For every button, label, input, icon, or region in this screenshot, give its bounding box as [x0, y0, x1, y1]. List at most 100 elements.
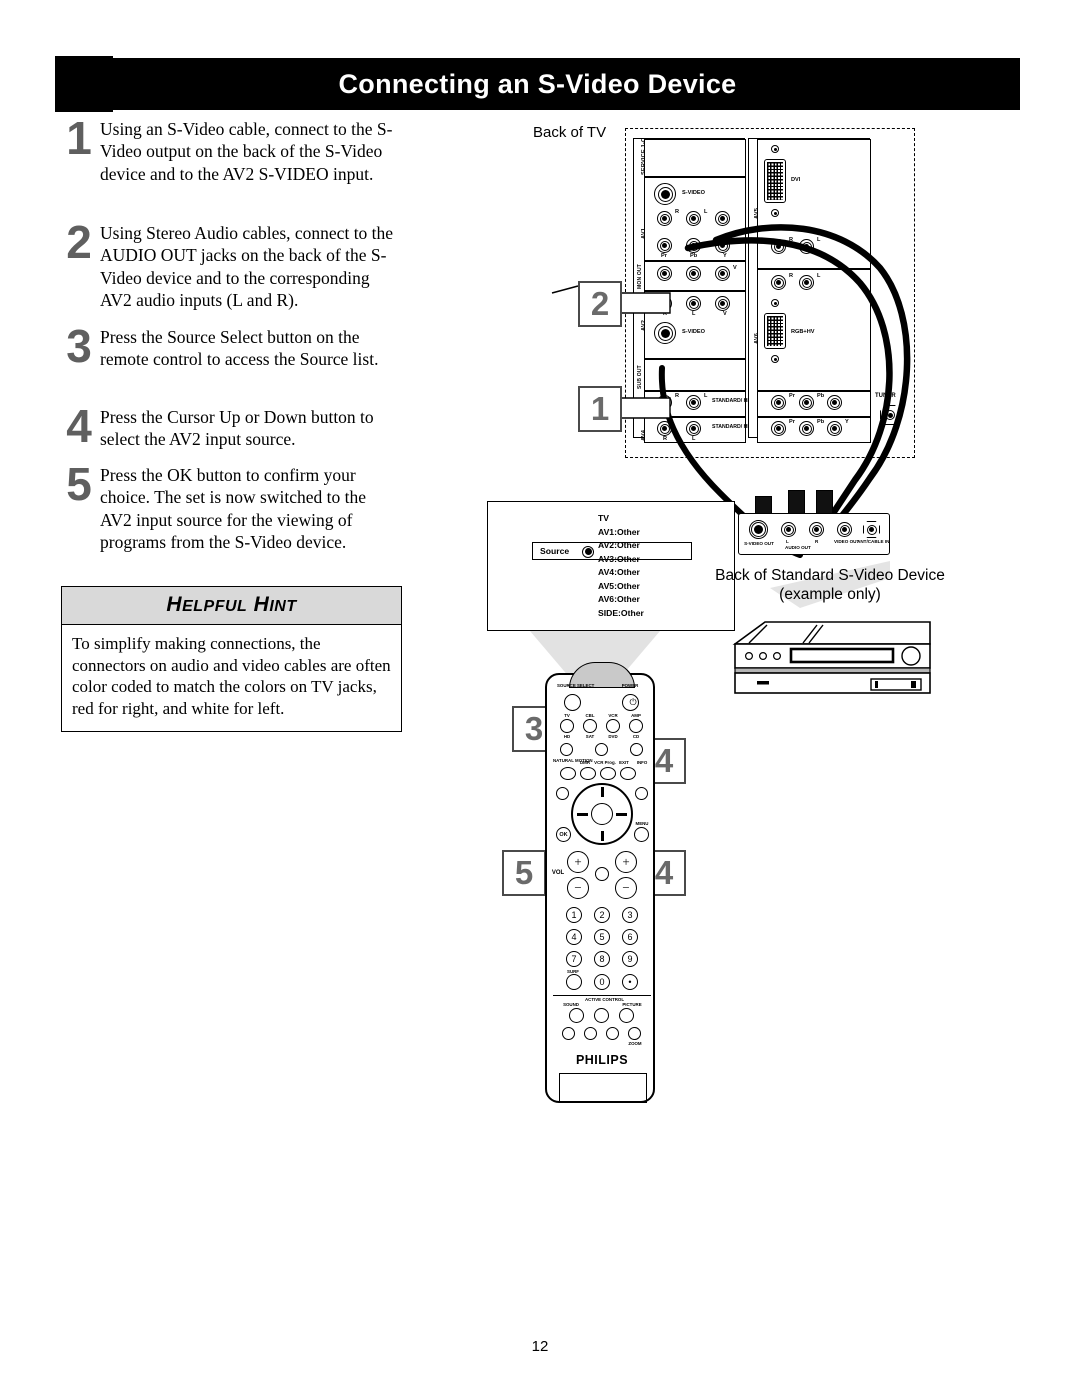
keypad-0[interactable]: 0 [594, 974, 610, 990]
step-number: 1 [66, 112, 92, 164]
av4-audio-r-jack [657, 421, 672, 436]
label-av3-pr: Pr [789, 393, 795, 399]
instruction-step-4: 4 Press the Cursor Up or Down button to … [58, 400, 395, 452]
channel-down-button[interactable]: − [615, 877, 637, 899]
label-dvd: DVD [608, 734, 618, 739]
channel-up-button[interactable]: + [615, 851, 637, 873]
label-exit: EXIT [619, 760, 629, 765]
source-item-tv[interactable]: TV [598, 512, 644, 526]
callout-badge-1: 1 [578, 386, 622, 432]
label-vol: VOL [551, 870, 565, 876]
amp-cd-button[interactable] [629, 719, 643, 733]
label-cbl: CBL [585, 713, 595, 718]
aux-button-3[interactable] [606, 1027, 619, 1040]
label-mon-out: MON OUT [637, 263, 643, 289]
label-av3-r: R [675, 393, 680, 399]
label-dmr: DMR [580, 760, 590, 765]
label-zoom: ZOOM [628, 1041, 642, 1046]
keypad-9[interactable]: 9 [622, 951, 638, 967]
av2-svideo-jack [654, 322, 676, 344]
menu-button[interactable] [634, 827, 649, 842]
keypad-4[interactable]: 4 [566, 929, 582, 945]
av6-audio-l-jack [799, 275, 814, 290]
keypad-2[interactable]: 2 [594, 907, 610, 923]
keypad-8[interactable]: 8 [594, 951, 610, 967]
pip-button[interactable] [556, 787, 569, 800]
power-button[interactable]: ⏻ [622, 694, 639, 711]
rgb-screw-bottom [771, 355, 779, 363]
label-av1-pr: Pr [661, 253, 667, 259]
natural-motion-button[interactable] [560, 743, 573, 756]
label-device-l: L [786, 539, 789, 544]
helpful-hint-body: To simplify making connections, the conn… [72, 634, 391, 718]
ok-button[interactable]: OK [556, 827, 571, 842]
oval-button-2[interactable] [580, 767, 596, 780]
volume-down-button[interactable]: − [567, 877, 589, 899]
source-item-av4[interactable]: AV4:Other [598, 566, 644, 580]
keypad-6[interactable]: 6 [622, 929, 638, 945]
label-av4-l: L [692, 436, 696, 442]
label-av2-svideo: S-VIDEO [682, 329, 706, 335]
cursor-center[interactable] [591, 803, 613, 825]
av4-y-jack [827, 421, 842, 436]
aux-button-1[interactable] [562, 1027, 575, 1040]
oval-button-1[interactable] [560, 767, 576, 780]
oval-button-3[interactable] [600, 767, 616, 780]
zoom-button[interactable] [628, 1027, 641, 1040]
av3-audio-r-jack [657, 395, 672, 410]
source-item-side[interactable]: SIDE:Other [598, 607, 644, 621]
keypad-3[interactable]: 3 [622, 907, 638, 923]
cursor-up-button[interactable] [600, 787, 604, 797]
device-jack-bar: S-VIDEO OUT L R AUDIO OUT VIDEO OUT ANT/… [738, 513, 890, 555]
av2-audio-l-jack [686, 296, 701, 311]
av2-video-jack [715, 296, 730, 311]
label-av6-r: R [789, 273, 794, 279]
device-illustration [732, 621, 931, 694]
mute-top-button[interactable] [595, 743, 608, 756]
mon-out-l-jack [686, 266, 701, 281]
label-av3-pb: Pb [817, 393, 825, 399]
label-av6: AV6 [754, 332, 760, 344]
callout-badge-2: 2 [578, 281, 622, 327]
surf-button[interactable] [566, 974, 582, 990]
step-text: Press the Source Select button on the re… [100, 327, 379, 370]
keypad-dot[interactable]: • [622, 974, 638, 990]
page-header-band: Connecting an S-Video Device [55, 58, 1020, 110]
sound-button[interactable] [569, 1008, 584, 1023]
oval-button-4[interactable] [620, 767, 636, 780]
keypad-5[interactable]: 5 [594, 929, 610, 945]
label-menu: MENU [635, 821, 649, 826]
cc-button[interactable] [635, 787, 648, 800]
step-text: Press the OK button to confirm your choi… [100, 465, 367, 552]
step-number: 4 [66, 400, 92, 452]
source-item-av6[interactable]: AV6:Other [598, 593, 644, 607]
av1-video-jack [715, 211, 730, 226]
mute-button[interactable] [595, 867, 609, 881]
cursor-right-button[interactable] [616, 812, 627, 816]
info-button[interactable] [630, 743, 643, 756]
source-item-av1[interactable]: AV1:Other [598, 526, 644, 540]
keypad-7[interactable]: 7 [566, 951, 582, 967]
cbl-sat-button[interactable] [583, 719, 597, 733]
av2-audio-r-jack [657, 296, 672, 311]
tv-hd-button[interactable] [560, 719, 574, 733]
keypad-1[interactable]: 1 [566, 907, 582, 923]
aux-button-2[interactable] [584, 1027, 597, 1040]
source-list: TV AV1:Other AV2:Other AV3:Other AV4:Oth… [598, 512, 644, 620]
cursor-left-button[interactable] [577, 812, 588, 816]
label-av3-standard-hd: STANDARD/ HD INPUTS [712, 398, 772, 404]
label-active-control: ACTIVE CONTROL [585, 997, 625, 1002]
source-item-av5[interactable]: AV5:Other [598, 580, 644, 594]
vcr-dvd-button[interactable] [606, 719, 620, 733]
picture-button[interactable] [619, 1008, 634, 1023]
back-of-tv-label: Back of TV [533, 124, 607, 141]
dvi-connector [764, 159, 786, 203]
cursor-down-button[interactable] [600, 831, 604, 841]
active-control-button[interactable] [594, 1008, 609, 1023]
device-caption-line2: (example only) [779, 586, 881, 603]
device-audio-l-jack [781, 522, 796, 537]
step-text: Using an S-Video cable, connect to the S… [100, 119, 393, 184]
volume-up-button[interactable]: + [567, 851, 589, 873]
av4-pr-jack [771, 421, 786, 436]
source-select-button[interactable] [564, 694, 581, 711]
